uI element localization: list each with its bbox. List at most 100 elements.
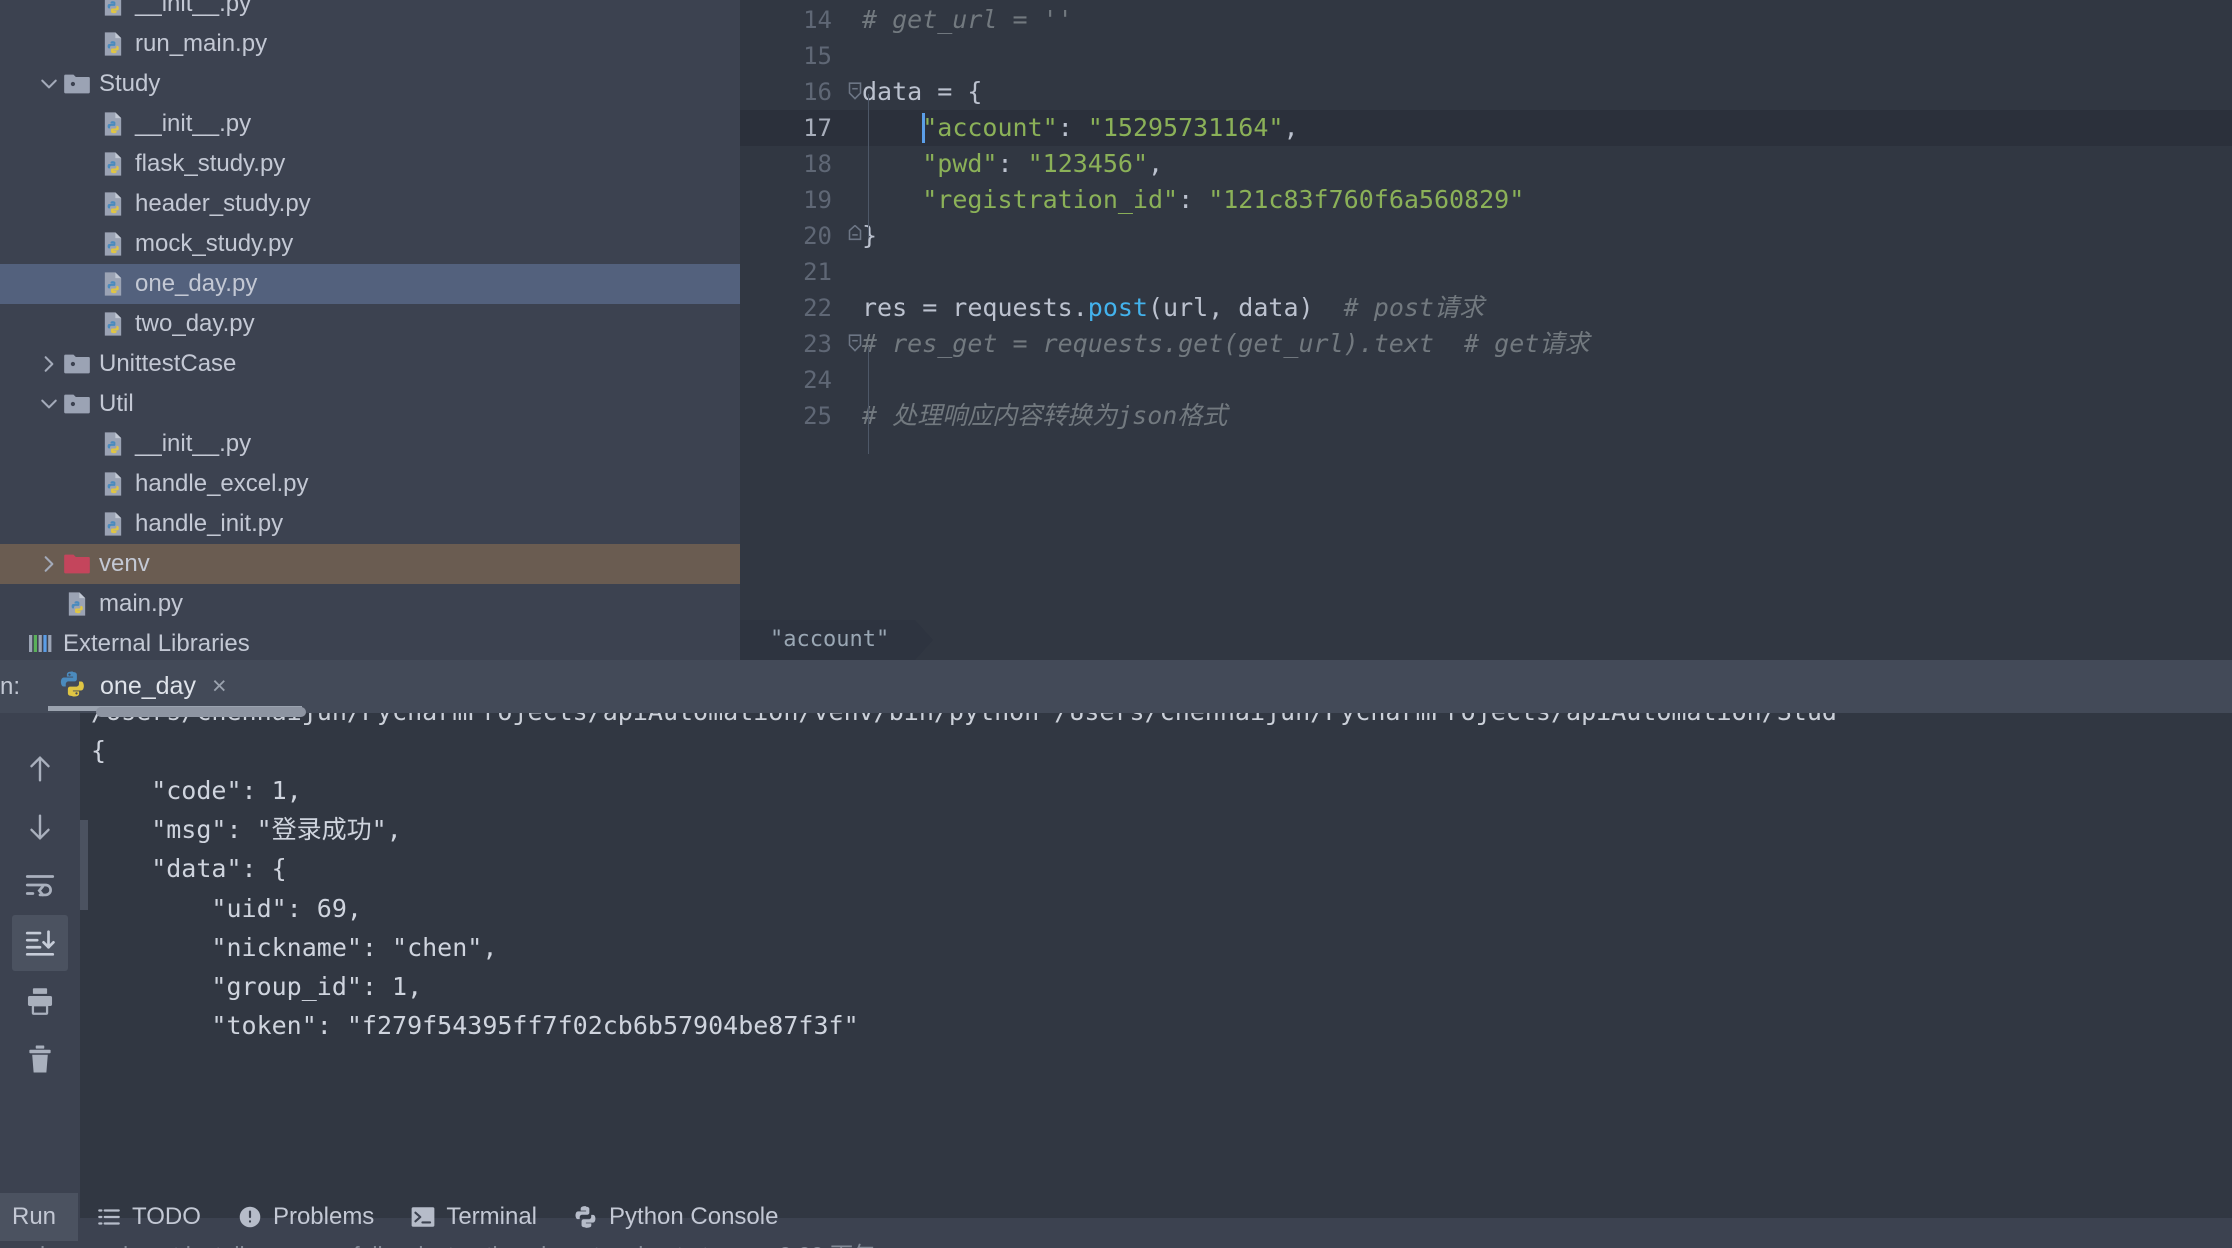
folder-icon [62,69,92,99]
code-token: post [1087,293,1148,322]
line-number: 14 [803,6,832,34]
tree-item-label: External Libraries [63,630,250,657]
problems-icon [237,1204,263,1230]
run-console-output[interactable]: /Users/chenhaijun/PycharmProjects/apiAut… [80,713,2232,1218]
code-token: : [1057,113,1088,142]
run-console-toolbar[interactable] [0,713,80,1218]
code-token: "15295731164" [1087,113,1284,142]
console-line: "group_id": 1, [91,972,423,1002]
code-token: # post请求 [1343,293,1484,322]
code-line[interactable]: # res_get = requests.get(get_url).text #… [862,326,1589,362]
run-tab-title: one_day [100,672,196,700]
soft-wrap-icon[interactable] [12,857,68,913]
tree-row-util[interactable]: Util [0,384,740,424]
tool-window-button-label: Problems [272,1203,375,1230]
code-line[interactable]: # 处理响应内容转换为json格式 [862,398,1227,434]
python-file-icon [98,109,128,139]
pycharm-window: __init__.py run_main.py Study __init__.py fl… [0,0,2232,1248]
code-token: # res_get = requests.get(get_url).text #… [862,329,1590,358]
tree-row-venv[interactable]: venv [0,544,740,584]
excluded-folder-icon [62,549,92,579]
close-icon[interactable]: × [212,674,227,699]
tool-window-button-python-console[interactable]: Python Console [555,1193,796,1241]
tool-window-button-run[interactable]: Run [0,1193,79,1241]
tree-item-label: run_main.py [135,30,268,57]
line-number: 22 [803,294,832,322]
code-line[interactable]: data = { [862,74,982,110]
trash-icon[interactable] [12,1031,68,1087]
code-token: , [1148,149,1164,178]
project-tool-window[interactable]: __init__.py run_main.py Study __init__.py fl… [0,0,740,660]
line-number: 19 [803,186,832,214]
line-number: 25 [803,402,832,430]
up-arrow-icon[interactable] [12,741,68,797]
tree-row-main-py[interactable]: main.py [0,584,740,624]
code-editor[interactable]: 14 # get_url = '' 15 16 data = {17 "account"… [740,0,2232,660]
python-icon [573,1204,599,1230]
tree-row-header_study-py[interactable]: header_study.py [0,184,740,224]
python-file-icon [98,29,128,59]
python-file-icon [98,509,128,539]
python-file-icon [98,149,128,179]
tree-row-two_day-py[interactable]: two_day.py [0,304,740,344]
code-line[interactable]: res = requests.post(url, data) # post请求 [862,290,1484,326]
python-file-icon [62,589,92,619]
code-line[interactable]: # get_url = '' [862,2,1073,38]
tree-row-unittestcase[interactable]: UnittestCase [0,344,740,384]
tree-row-handle_init-py[interactable]: handle_init.py [0,504,740,544]
tree-item-label: venv [99,550,150,577]
tree-row-external-libraries[interactable]: External Libraries [0,624,740,660]
tree-row-mock_study-py[interactable]: mock_study.py [0,224,740,264]
breadcrumb[interactable]: "account" [740,620,934,660]
chevron-down-icon[interactable] [36,75,62,93]
scroll-to-end-icon[interactable] [12,915,68,971]
tool-window-button-problems[interactable]: Problems [219,1193,392,1241]
chevron-right-icon[interactable] [36,555,62,573]
text-caret [922,113,925,143]
tree-item-label: handle_excel.py [135,470,309,497]
tree-row-__init__-py[interactable]: __init__.py [0,0,740,24]
chevron-right-icon[interactable] [36,355,62,373]
console-line: "token": "f279f54395ff7f02cb6b57904be87f… [91,1011,859,1041]
tree-item-label: handle_init.py [135,510,284,537]
code-token: : [1178,185,1209,214]
console-line: "uid": 69, [91,893,362,923]
code-line[interactable]: "pwd": "123456", [862,146,1163,182]
tree-row-handle_excel-py[interactable]: handle_excel.py [0,464,740,504]
code-line[interactable]: "registration_id": "121c83f760f6a560829" [862,182,1524,218]
console-line: /Users/chenhaijun/PycharmProjects/apiAut… [91,713,1837,732]
tree-item-label: Util [99,390,134,417]
tool-window-button-terminal[interactable]: Terminal [392,1193,555,1241]
folder-icon [62,389,92,419]
code-line[interactable]: "account": "15295731164", [862,110,1299,146]
tree-row-one_day-py[interactable]: one_day.py [0,264,740,304]
print-icon[interactable] [12,973,68,1029]
tree-row-study[interactable]: Study [0,64,740,104]
line-number: 23 [803,330,832,358]
console-line: "msg": "登录成功", [91,814,402,844]
down-arrow-icon[interactable] [12,799,68,855]
tree-row-run_main-py[interactable]: run_main.py [0,24,740,64]
code-token: , [1283,113,1299,142]
tree-row-__init__-py[interactable]: __init__.py [0,104,740,144]
python-file-icon [98,429,128,459]
chevron-down-icon[interactable] [36,395,62,413]
tree-row-flask_study-py[interactable]: flask_study.py [0,144,740,184]
todo-list-icon [96,1204,122,1230]
tree-item-label: __init__.py [135,0,252,17]
console-vertical-scrollbar[interactable] [80,820,88,910]
code-token: "pwd" [922,149,998,178]
tool-window-button-todo[interactable]: TODO [78,1193,219,1241]
code-token: "121c83f760f6a560829" [1208,185,1525,214]
code-token: "registration_id" [922,185,1179,214]
breadcrumb-item-account[interactable]: "account" [740,620,934,660]
tool-window-buttons-bar[interactable]: Run TODO Problems Terminal Python Console [0,1193,796,1241]
tree-item-label: main.py [99,590,184,617]
tree-item-label: flask_study.py [135,150,286,177]
code-token: (url, data) [1148,293,1344,322]
code-line[interactable]: } [862,218,877,254]
tree-item-label: __init__.py [135,430,252,457]
console-horizontal-scrollbar[interactable] [96,707,306,717]
tree-row-__init__-py[interactable]: __init__.py [0,424,740,464]
